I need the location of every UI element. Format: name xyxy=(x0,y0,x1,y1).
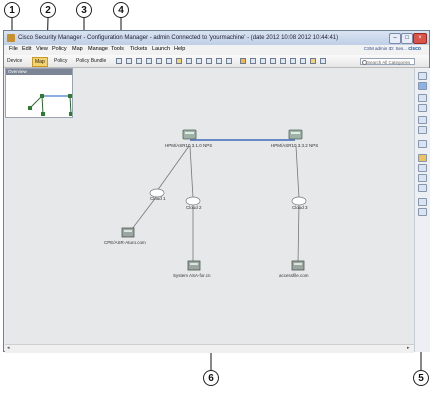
zoom-out-icon[interactable] xyxy=(418,104,427,112)
node-label[interactable]: HPM/ASR10 3.3.2 NPS xyxy=(271,143,318,148)
link-5 xyxy=(295,145,300,199)
toolbar-icon-16[interactable] xyxy=(270,58,276,64)
add-link-icon[interactable] xyxy=(418,184,427,192)
cloud-icon xyxy=(185,196,201,206)
toolbar-icon-12[interactable] xyxy=(226,58,232,64)
toolbar-icon-1[interactable] xyxy=(116,58,122,64)
menu-file[interactable]: File xyxy=(9,46,18,52)
node-label[interactable]: Cloud 2 xyxy=(186,205,202,210)
pan-tool-icon[interactable] xyxy=(418,82,427,90)
window-title: Cisco Security Manager - Configuration M… xyxy=(18,35,339,41)
zoom-window-icon[interactable] xyxy=(418,126,427,134)
title-bar: Cisco Security Manager - Configuration M… xyxy=(4,31,429,45)
overview-thumbnail xyxy=(28,94,72,116)
node-label[interactable]: HPM/ASR10 3.1.0 NPS xyxy=(165,143,212,148)
policy-view-label: Policy xyxy=(54,58,68,64)
toolbar-icon-18[interactable] xyxy=(290,58,296,64)
horizontal-scrollbar[interactable]: ◂ ▸ xyxy=(5,344,414,353)
scroll-right-icon[interactable]: ▸ xyxy=(407,346,412,351)
app-icon xyxy=(7,34,15,42)
menu-policy[interactable]: Policy xyxy=(52,46,67,52)
menu-tools[interactable]: Tools xyxy=(111,46,124,52)
menu-manage[interactable]: Manage xyxy=(88,46,108,52)
select-tool-icon[interactable] xyxy=(418,72,427,80)
menu-bar: File Edit View Policy Map Manage Tools T… xyxy=(4,45,429,55)
toolbar-icon-6[interactable] xyxy=(166,58,172,64)
toolbar-icon-19[interactable] xyxy=(300,58,306,64)
toolbar-icon-15[interactable] xyxy=(260,58,266,64)
toolbar-icon-5[interactable] xyxy=(156,58,162,64)
cisco-logo: cisco xyxy=(408,46,421,52)
toolbar-icon-3[interactable] xyxy=(136,58,142,64)
server-icon xyxy=(291,260,305,271)
router-icon xyxy=(182,129,197,140)
toolbar-icon-4[interactable] xyxy=(146,58,152,64)
layout-icon[interactable] xyxy=(418,140,427,148)
add-host-icon[interactable] xyxy=(418,174,427,182)
close-button[interactable]: × xyxy=(413,33,427,44)
user-info: CSM admin ID: Ses... xyxy=(363,46,407,51)
search-placeholder: Search All Categories xyxy=(367,60,411,65)
menu-edit[interactable]: Edit xyxy=(22,46,31,52)
device-view-label: Device xyxy=(7,58,23,64)
toolbar-icon-9[interactable] xyxy=(196,58,202,64)
minimize-button[interactable]: – xyxy=(389,33,401,44)
menu-view[interactable]: View xyxy=(36,46,48,52)
map-tool-palette xyxy=(414,68,430,352)
node-label[interactable]: Cloud 1 xyxy=(150,196,166,201)
toolbar-icon-7[interactable] xyxy=(176,58,182,64)
maximize-button[interactable]: □ xyxy=(401,33,413,44)
server-icon xyxy=(121,227,135,238)
server-icon xyxy=(187,260,201,271)
toolbar-icon-17[interactable] xyxy=(280,58,286,64)
vpn-icon[interactable] xyxy=(418,198,427,206)
search-input[interactable]: Search All Categories xyxy=(360,58,415,65)
map-view-label: Map xyxy=(35,59,45,65)
add-device-icon[interactable] xyxy=(418,154,427,162)
menu-help[interactable]: Help xyxy=(174,46,185,52)
cloud-icon xyxy=(291,196,307,206)
policy-map-icon[interactable] xyxy=(418,208,427,216)
toolbar: Device Map Policy Policy Bundle Search A… xyxy=(4,46,429,68)
node-label[interactable]: accessfile.com xyxy=(279,273,309,278)
toolbar-icon-11[interactable] xyxy=(216,58,222,64)
app-window: Cisco Security Manager - Configuration M… xyxy=(3,30,430,353)
toolbar-icon-13[interactable] xyxy=(240,58,246,64)
add-cloud-icon[interactable] xyxy=(418,164,427,172)
node-label[interactable]: System ASA-for.cn xyxy=(173,273,211,278)
node-label[interactable]: CPE/ASR-Aturo.com xyxy=(104,240,146,245)
toolbar-icon-2[interactable] xyxy=(126,58,132,64)
router-icon xyxy=(288,129,303,140)
toolbar-icon-21[interactable] xyxy=(320,58,326,64)
link-3 xyxy=(189,145,194,199)
scroll-left-icon[interactable]: ◂ xyxy=(7,346,12,351)
menu-map[interactable]: Map xyxy=(72,46,83,52)
link-6 xyxy=(297,202,300,264)
device-view-button[interactable]: Device xyxy=(7,57,22,65)
zoom-fit-icon[interactable] xyxy=(418,116,427,124)
policy-bundle-view-button[interactable]: Policy Bundle xyxy=(76,57,106,65)
zoom-in-icon[interactable] xyxy=(418,94,427,102)
toolbar-icon-20[interactable] xyxy=(310,58,316,64)
node-label[interactable]: Cloud 3 xyxy=(292,205,308,210)
toolbar-icon-8[interactable] xyxy=(186,58,192,64)
toolbar-icon-14[interactable] xyxy=(250,58,256,64)
link-2 xyxy=(128,195,158,234)
link-1 xyxy=(156,145,190,192)
policy-bundle-view-label: Policy Bundle xyxy=(76,58,107,64)
search-icon xyxy=(362,60,367,65)
toolbar-icon-10[interactable] xyxy=(206,58,212,64)
policy-view-button[interactable]: Policy xyxy=(54,57,67,65)
menu-launch[interactable]: Launch xyxy=(152,46,170,52)
overview-pane[interactable]: Overview xyxy=(5,68,73,118)
map-view-button[interactable]: Map xyxy=(32,57,48,67)
menu-tickets[interactable]: Tickets xyxy=(130,46,147,52)
